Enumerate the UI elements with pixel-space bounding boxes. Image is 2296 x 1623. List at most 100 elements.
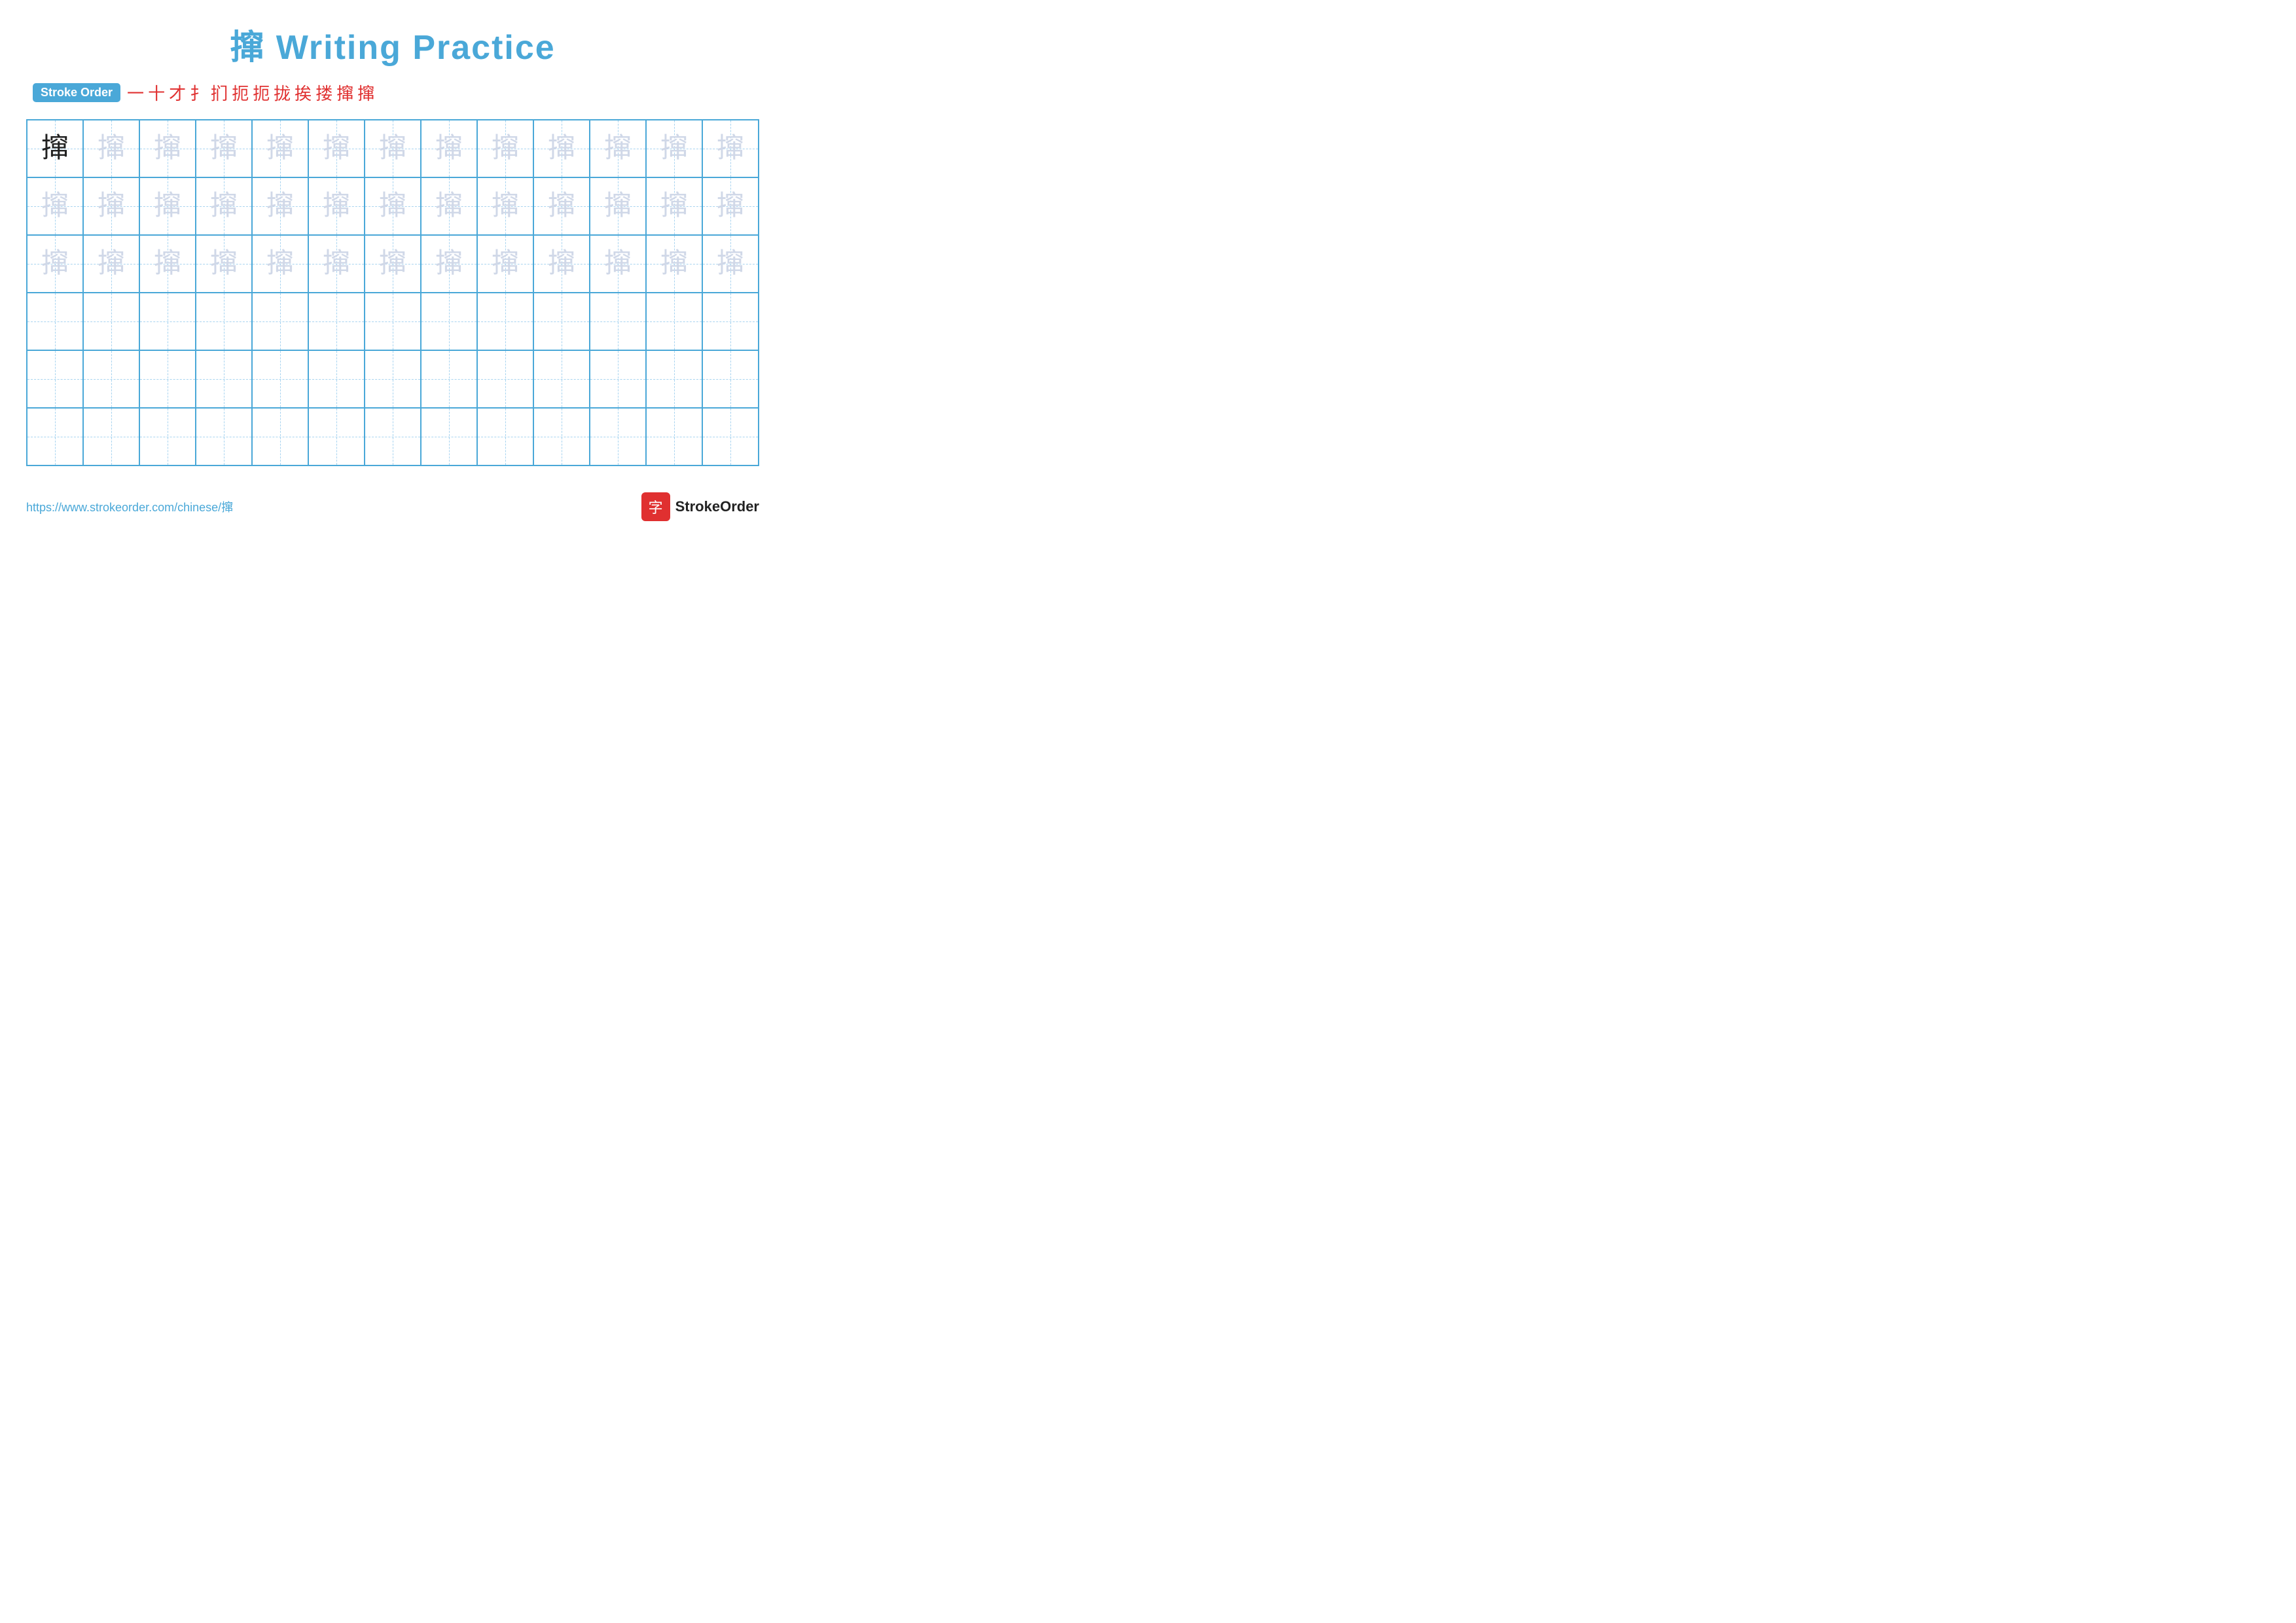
char-light: 撺	[379, 192, 406, 220]
char-light: 撺	[323, 250, 350, 278]
grid-cell-empty[interactable]	[84, 351, 140, 407]
grid-cell-empty[interactable]	[196, 409, 253, 465]
grid-cell: 撺	[365, 178, 422, 234]
grid-row-4	[27, 293, 758, 351]
grid-cell-empty[interactable]	[309, 409, 365, 465]
char-light: 撺	[660, 135, 688, 162]
grid-cell-empty[interactable]	[253, 293, 309, 350]
stroke-char-6: 扼	[253, 81, 270, 105]
char-light: 撺	[98, 192, 125, 220]
grid-cell-empty[interactable]	[703, 409, 758, 465]
char-light: 撺	[379, 135, 406, 162]
grid-cell-empty[interactable]	[196, 351, 253, 407]
char-light: 撺	[210, 250, 238, 278]
char-light: 撺	[660, 192, 688, 220]
grid-cell-empty[interactable]	[27, 293, 84, 350]
grid-cell: 撺	[309, 120, 365, 177]
grid-cell-empty[interactable]	[140, 293, 196, 350]
char-light: 撺	[323, 192, 350, 220]
grid-cell: 撺	[27, 120, 84, 177]
grid-cell-empty[interactable]	[534, 409, 590, 465]
char-light: 撺	[604, 250, 632, 278]
logo-text: StrokeOrder	[675, 498, 759, 515]
grid-cell-empty[interactable]	[534, 351, 590, 407]
grid-cell: 撺	[647, 120, 703, 177]
stroke-order-row: Stroke Order 一十才扌扪扼扼拢挨搂撺撺	[26, 81, 759, 105]
grid-cell-empty[interactable]	[478, 351, 534, 407]
grid-cell-empty[interactable]	[647, 409, 703, 465]
char-light: 撺	[154, 192, 181, 220]
grid-cell: 撺	[590, 120, 647, 177]
grid-cell-empty[interactable]	[309, 293, 365, 350]
char-light: 撺	[548, 135, 575, 162]
grid-cell-empty[interactable]	[590, 409, 647, 465]
char-light: 撺	[435, 250, 463, 278]
grid-cell-empty[interactable]	[27, 409, 84, 465]
stroke-char-1: 十	[148, 81, 165, 105]
stroke-sequence: 一十才扌扪扼扼拢挨搂撺撺	[127, 81, 374, 105]
grid-cell-empty[interactable]	[140, 409, 196, 465]
grid-cell-empty[interactable]	[196, 293, 253, 350]
grid-cell: 撺	[309, 236, 365, 292]
grid-cell-empty[interactable]	[253, 409, 309, 465]
char-light: 撺	[266, 250, 294, 278]
grid-cell-empty[interactable]	[309, 351, 365, 407]
grid-cell: 撺	[478, 236, 534, 292]
grid-cell: 撺	[703, 236, 758, 292]
stroke-char-8: 挨	[295, 81, 312, 105]
grid-cell-empty[interactable]	[647, 293, 703, 350]
grid-cell-empty[interactable]	[647, 351, 703, 407]
grid-cell-empty[interactable]	[703, 351, 758, 407]
grid-row-6	[27, 409, 758, 465]
grid-row-5	[27, 351, 758, 409]
footer-url[interactable]: https://www.strokeorder.com/chinese/撺	[26, 498, 233, 515]
grid-cell-empty[interactable]	[253, 351, 309, 407]
grid-cell-empty[interactable]	[365, 409, 422, 465]
grid-cell: 撺	[253, 178, 309, 234]
grid-cell-empty[interactable]	[534, 293, 590, 350]
grid-cell-empty[interactable]	[365, 293, 422, 350]
grid-cell-empty[interactable]	[590, 351, 647, 407]
char-light: 撺	[154, 250, 181, 278]
grid-cell: 撺	[140, 178, 196, 234]
grid-cell-empty[interactable]	[478, 293, 534, 350]
grid-cell-empty[interactable]	[84, 293, 140, 350]
grid-cell: 撺	[309, 178, 365, 234]
grid-cell-empty[interactable]	[140, 351, 196, 407]
grid-cell-empty[interactable]	[422, 351, 478, 407]
grid-cell-empty[interactable]	[590, 293, 647, 350]
grid-cell: 撺	[27, 178, 84, 234]
grid-cell-empty[interactable]	[27, 351, 84, 407]
char-light: 撺	[41, 192, 69, 220]
page-title: 撺 Writing Practice	[26, 20, 759, 69]
stroke-order-badge: Stroke Order	[33, 83, 120, 102]
grid-cell: 撺	[365, 120, 422, 177]
grid-cell-empty[interactable]	[478, 409, 534, 465]
stroke-char-10: 撺	[336, 81, 353, 105]
stroke-char-9: 搂	[315, 81, 332, 105]
char-light: 撺	[604, 135, 632, 162]
grid-cell: 撺	[534, 236, 590, 292]
char-light: 撺	[98, 250, 125, 278]
grid-cell: 撺	[534, 178, 590, 234]
char-light: 撺	[435, 135, 463, 162]
grid-cell: 撺	[253, 120, 309, 177]
grid-cell-empty[interactable]	[84, 409, 140, 465]
grid-cell: 撺	[478, 178, 534, 234]
char-light: 撺	[548, 192, 575, 220]
char-light: 撺	[717, 250, 744, 278]
grid-cell: 撺	[27, 236, 84, 292]
footer-logo: 字 StrokeOrder	[641, 492, 759, 521]
grid-cell: 撺	[647, 178, 703, 234]
grid-cell: 撺	[534, 120, 590, 177]
grid-cell-empty[interactable]	[422, 293, 478, 350]
grid-cell-empty[interactable]	[365, 351, 422, 407]
grid-cell: 撺	[84, 178, 140, 234]
grid-cell-empty[interactable]	[422, 409, 478, 465]
char-light: 撺	[154, 135, 181, 162]
stroke-char-2: 才	[169, 81, 186, 105]
grid-cell: 撺	[365, 236, 422, 292]
grid-cell: 撺	[140, 120, 196, 177]
grid-cell: 撺	[590, 236, 647, 292]
grid-cell-empty[interactable]	[703, 293, 758, 350]
